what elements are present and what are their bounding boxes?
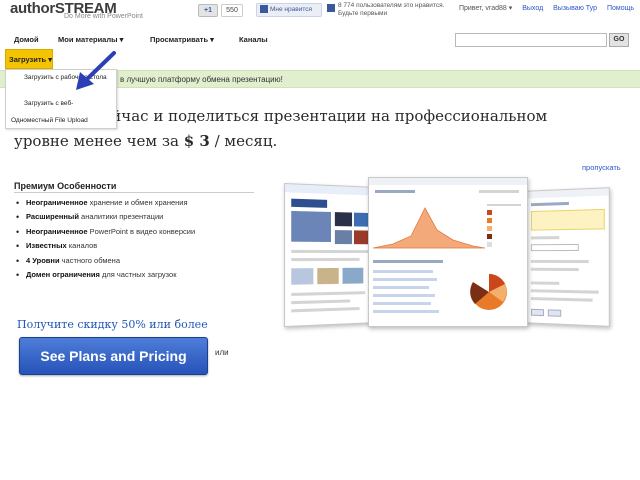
facebook-small-icon [327,4,335,12]
discount-text: Получите скидку 50% или более [17,318,208,331]
see-plans-button[interactable]: See Plans and Pricing [19,337,208,375]
feature-item: Домен ограничения для частных загрузок [14,270,264,284]
analytics-area-chart [373,207,485,249]
feature-text: для частных загрузок [99,269,177,279]
feature-bold: 4 Уровни [26,255,60,265]
nav-browse[interactable]: Просматривать ▾ [150,35,214,44]
upload-menu-item-single-file[interactable]: Одноместный File Upload [11,117,88,125]
tour-link[interactable]: Вызываю Тур [553,5,597,12]
feature-bold: Неограниченное [26,198,88,207]
logout-link[interactable]: Выход [522,5,543,12]
upload-menu-item-web[interactable]: Загрузить с веб- [24,100,73,108]
feature-bold: Известных [26,241,67,251]
facebook-like-count-text: 8 774 пользователям это нравится. Будьте… [338,2,445,17]
feature-text: аналитики презентации [78,212,164,222]
screenshot-share-settings [526,187,610,327]
or-text: или [215,348,229,357]
pointer-arrow-icon [76,51,116,90]
feature-item: Известных каналов [14,241,264,255]
feature-item: Неограниченное PowerPoint в видео конвер… [14,227,264,241]
feature-text: частного обмена [59,255,120,265]
feature-text: PowerPoint в видео конверсии [87,226,196,236]
promo-text: в лучшую платформу обмена презентацию! [120,75,283,84]
nav-channels[interactable]: Каналы [239,35,268,44]
upload-button[interactable]: Загрузить ▾ [5,49,53,69]
analytics-pie-chart [470,273,507,310]
headline-suffix: / месяц. [209,132,278,150]
top-header: authorSTREAM Do More with PowerPoint +1 … [0,0,640,30]
screenshot-channel-page [284,182,376,328]
premium-features-title: Премиум Особенности [14,181,117,191]
feature-item: Неограниченное хранение и обмен хранения [14,198,264,212]
facebook-like-label: Мне нравится [270,6,313,13]
headline-prefix: уровне менее чем за [14,132,184,150]
facebook-icon [260,5,268,14]
feature-bold: Расширенный [26,212,79,222]
google-plus-count: 550 [221,4,243,17]
headline-price: $ 3 [183,132,210,150]
nav-my-materials[interactable]: Мои материалы ▾ [58,35,123,44]
feature-text: каналов [66,241,98,251]
features-divider [14,192,254,193]
feature-item: 4 Уровни частного обмена [14,256,264,270]
help-link[interactable]: Помощь [607,5,634,12]
skip-link[interactable]: пропускать [582,163,621,172]
facebook-like-button[interactable]: Мне нравится [256,3,322,17]
feature-text: хранение и обмен хранения [87,198,188,207]
search-input[interactable] [455,33,607,47]
premium-features-list: Неограниченное хранение и обмен хранения… [14,198,264,284]
product-screenshots [284,177,614,337]
nav-home[interactable]: Домой [14,35,39,44]
feature-bold: Домен ограничения [26,269,100,279]
logo-author-text: author [10,0,55,17]
search-go-button[interactable]: GO [609,33,629,47]
google-plus-button[interactable]: +1 [198,4,218,17]
screenshot-analytics-page [368,177,528,327]
account-links: Привет, vrad88 ▾ Выход Вызываю Тур Помощ… [459,4,634,12]
feature-item: Расширенный аналитики презентации [14,212,264,226]
user-greeting[interactable]: Привет, vrad88 ▾ [459,5,512,12]
headline-line-2: уровне менее чем за $ 3 / месяц. [14,129,614,154]
feature-bold: Неограниченное [26,226,88,236]
logo-tagline: Do More with PowerPoint [64,13,143,20]
